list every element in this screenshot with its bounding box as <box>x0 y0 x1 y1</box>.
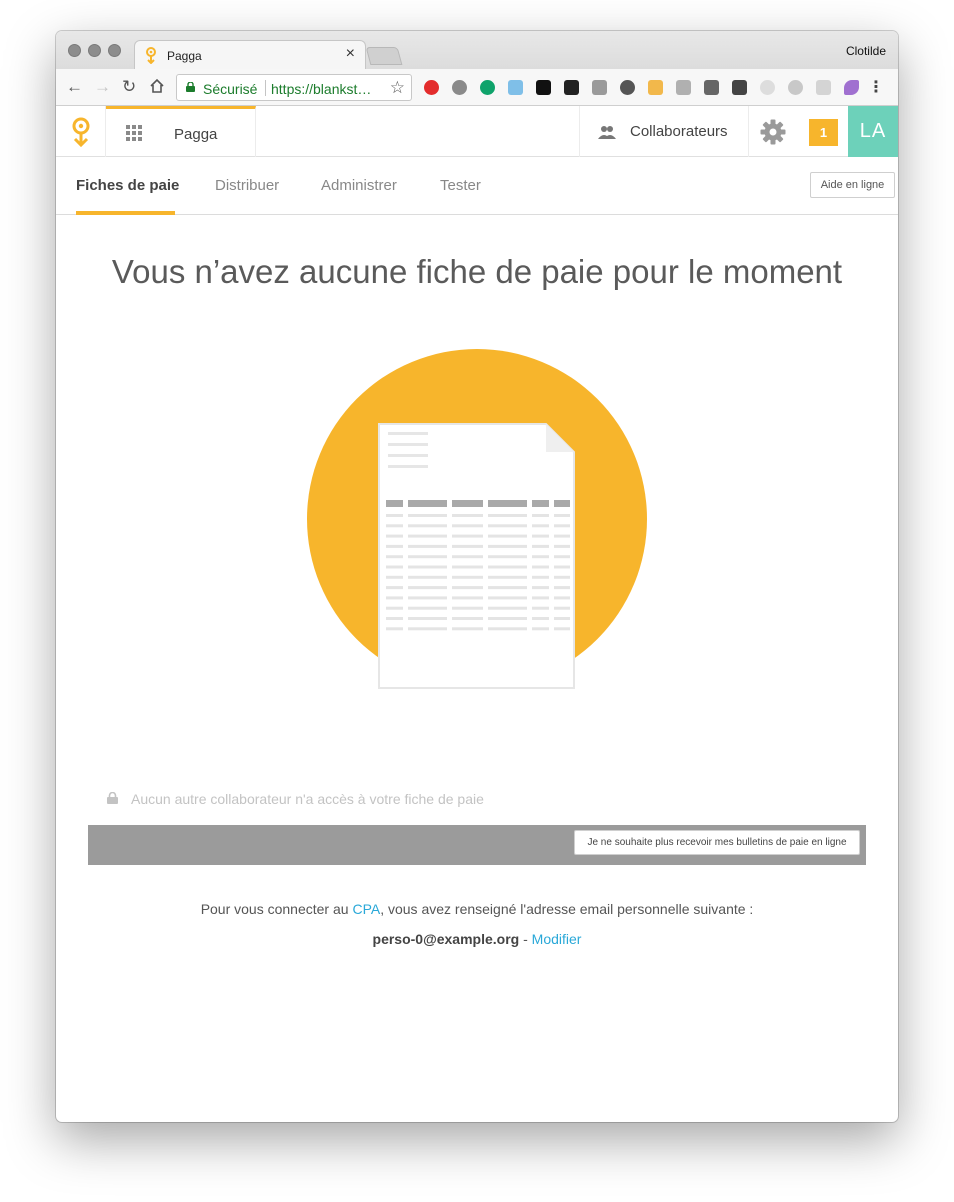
keep-extension-icon[interactable] <box>732 80 747 95</box>
collaborators-label: Collaborateurs <box>630 123 728 140</box>
secure-lock-icon <box>186 82 195 92</box>
cloud-extension-icon[interactable] <box>508 80 523 95</box>
connection-info: Pour vous connecter au CPA, vous avez re… <box>200 901 754 917</box>
home-icon[interactable] <box>149 78 165 98</box>
personal-email: perso-0@example.org <box>372 931 520 947</box>
unsubscribe-bar: Je ne souhaite plus recevoir mes bulleti… <box>88 825 866 865</box>
new-tab-button[interactable] <box>365 47 403 65</box>
back-icon[interactable]: ← <box>66 78 83 96</box>
settings-extension-icon[interactable] <box>452 80 467 95</box>
browser-tab[interactable]: Pagga × <box>134 40 366 70</box>
notifications-badge[interactable]: 1 <box>809 119 838 146</box>
recycle-extension-icon[interactable] <box>620 80 635 95</box>
people-icon <box>598 126 616 139</box>
active-tab-indicator <box>76 211 175 215</box>
forward-icon[interactable]: → <box>94 78 111 96</box>
font-extension-icon[interactable] <box>648 80 663 95</box>
circle-extension-icon[interactable] <box>760 80 775 95</box>
modify-link[interactable]: Modifier <box>532 931 582 947</box>
cpa-link[interactable]: CPA <box>352 901 380 917</box>
help-button[interactable]: Aide en ligne <box>810 172 895 198</box>
tab-distribuer[interactable]: Distribuer <box>215 177 279 194</box>
tab-fiches-de-paie[interactable]: Fiches de paie <box>76 177 179 194</box>
email-line: perso-0@example.org - Modifier <box>372 931 582 947</box>
minimize-window-button[interactable] <box>88 44 101 57</box>
user-avatar[interactable]: LA <box>848 106 898 157</box>
title-bar: Pagga × Clotilde <box>56 31 898 70</box>
address-bar[interactable]: Sécurisé https://blankst… ☆ <box>176 74 412 101</box>
bird-extension-icon[interactable] <box>536 80 551 95</box>
badge-extension-icon[interactable] <box>592 80 607 95</box>
bookmark-star-icon[interactable]: ☆ <box>390 78 405 98</box>
secure-label: Sécurisé <box>203 81 258 97</box>
drive-extension-icon[interactable] <box>676 80 691 95</box>
lock-icon <box>107 792 118 804</box>
tab-tester[interactable]: Tester <box>440 177 481 194</box>
tab-title: Pagga <box>167 49 202 63</box>
mail-extension-icon[interactable] <box>704 80 719 95</box>
opera-extension-icon[interactable] <box>424 80 439 95</box>
tab-administrer[interactable]: Administrer <box>321 177 397 194</box>
pagga-logo-icon <box>72 117 90 147</box>
unsubscribe-button[interactable]: Je ne souhaite plus recevoir mes bulleti… <box>574 830 860 855</box>
close-window-button[interactable] <box>68 44 81 57</box>
payslip-illustration <box>307 349 647 689</box>
empty-state-title: Vous n’avez aucune fiche de paie pour le… <box>111 253 843 290</box>
browser-window: Pagga × Clotilde ← → ↻ Sécurisé https://… <box>56 31 898 1122</box>
reload-icon[interactable]: ↻ <box>122 78 136 96</box>
app-logo[interactable] <box>56 106 106 157</box>
wordpress-extension-icon[interactable] <box>564 80 579 95</box>
settings-gear-icon[interactable] <box>760 119 786 145</box>
collaborators-button[interactable]: Collaborateurs <box>579 106 749 157</box>
skype-extension-icon[interactable] <box>788 80 803 95</box>
sub-navigation: Fiches de paie Distribuer Administrer Te… <box>56 157 898 215</box>
app-name: Pagga <box>174 126 218 143</box>
privacy-note-text: Aucun autre collaborateur n'a accès à vo… <box>131 791 484 807</box>
apps-grid-icon <box>126 125 142 141</box>
browser-toolbar: ← → ↻ Sécurisé https://blankst… ☆ ⋮ <box>56 69 898 106</box>
close-tab-icon[interactable]: × <box>346 45 355 63</box>
app-switcher[interactable]: Pagga <box>106 106 256 157</box>
chat-extension-icon[interactable] <box>480 80 495 95</box>
pagga-favicon-icon <box>145 47 157 69</box>
app-header: Pagga Collaborateurs 1 LA <box>56 106 898 157</box>
screen-extension-icon[interactable] <box>816 80 831 95</box>
url-text: https://blankst… <box>271 81 372 97</box>
zoom-window-button[interactable] <box>108 44 121 57</box>
feather-extension-icon[interactable] <box>844 80 859 95</box>
browser-menu-icon[interactable]: ⋮ <box>868 77 884 97</box>
profile-name[interactable]: Clotilde <box>846 44 886 58</box>
